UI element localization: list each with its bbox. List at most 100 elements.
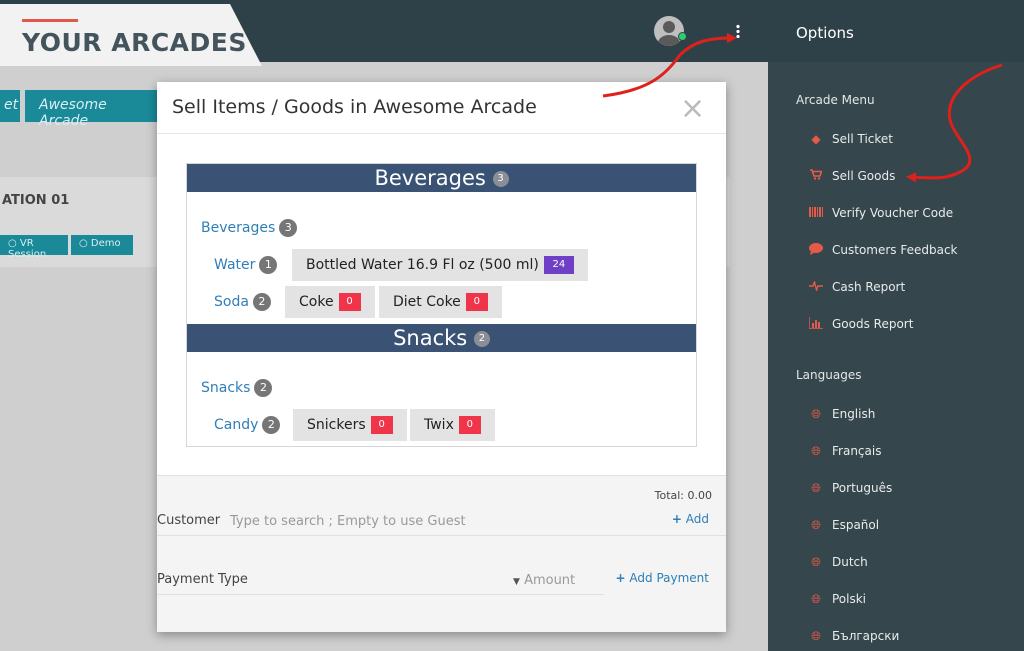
pulse-icon bbox=[808, 279, 824, 294]
add-payment-label: Add Payment bbox=[629, 571, 709, 585]
modal-divider bbox=[157, 133, 726, 134]
subcategory-count-badge: 3 bbox=[279, 219, 298, 237]
globe-icon: 🌐︎ bbox=[811, 591, 821, 606]
add-label: Add bbox=[685, 512, 709, 526]
add-payment-button[interactable]: + Add Payment bbox=[616, 571, 709, 585]
globe-icon: 🌐︎ bbox=[811, 628, 821, 643]
brand-accent-bar bbox=[22, 19, 78, 22]
customer-divider bbox=[157, 535, 726, 536]
group-count-badge: 2 bbox=[262, 416, 281, 434]
menu-sell-ticket[interactable]: ◆ Sell Ticket bbox=[808, 128, 893, 150]
item-diet-coke[interactable]: Diet Coke 0 bbox=[379, 286, 502, 318]
item-stock-badge: 24 bbox=[543, 256, 574, 274]
lang-label: Português bbox=[832, 481, 893, 495]
globe-icon: 🌐︎ bbox=[811, 443, 821, 458]
bg-tab-awesome-arcade[interactable]: Awesome Arcade bbox=[25, 90, 160, 129]
customer-label: Customer bbox=[157, 513, 221, 528]
lang-label: Français bbox=[832, 444, 882, 458]
sell-goods-modal: Sell Items / Goods in Awesome Arcade × B… bbox=[157, 82, 726, 632]
menu-customers-feedback[interactable]: Customers Feedback bbox=[808, 239, 958, 261]
bg-pill-vr-session[interactable]: ○ VR Session bbox=[0, 235, 68, 260]
bg-pill-label: Demo bbox=[90, 238, 121, 249]
item-label: Bottled Water 16.9 Fl oz (500 ml) bbox=[306, 257, 539, 273]
category-header-snacks: Snacks 2 bbox=[187, 324, 696, 352]
ticket-icon: ◆ bbox=[811, 132, 821, 146]
item-label: Twix bbox=[424, 417, 454, 433]
menu-goods-report[interactable]: Goods Report bbox=[808, 313, 913, 335]
group-count-badge: 1 bbox=[259, 256, 278, 274]
brand-panel: YOUR ARCADES bbox=[0, 4, 262, 66]
subcategory-label: Beverages bbox=[201, 220, 276, 236]
item-coke[interactable]: Coke 0 bbox=[285, 286, 375, 318]
lang-portugues[interactable]: 🌐︎ Português bbox=[808, 477, 892, 499]
item-stock-badge: 0 bbox=[465, 293, 488, 311]
user-avatar[interactable] bbox=[654, 16, 684, 46]
item-stock-badge: 0 bbox=[338, 293, 361, 311]
lang-english[interactable]: 🌐︎ English bbox=[808, 403, 875, 425]
group-soda[interactable]: Soda 2 bbox=[214, 293, 271, 311]
item-label: Coke bbox=[299, 294, 334, 310]
item-stock-badge: 0 bbox=[370, 416, 393, 434]
goods-panel: Beverages 3 Beverages 3 Water 1 Bottled … bbox=[186, 163, 697, 447]
category-header-beverages: Beverages 3 bbox=[187, 164, 696, 192]
lang-dutch[interactable]: 🌐︎ Dutch bbox=[808, 551, 868, 573]
group-label: Soda bbox=[214, 294, 249, 310]
group-water[interactable]: Water 1 bbox=[214, 256, 278, 274]
kebab-icon bbox=[736, 24, 740, 38]
lang-label: Polski bbox=[832, 592, 867, 606]
item-label: Diet Coke bbox=[393, 294, 461, 310]
options-sidebar: Arcade Menu ◆ Sell Ticket Sell Goods Ver… bbox=[768, 62, 1024, 651]
subcategory-snacks[interactable]: Snacks 2 bbox=[201, 379, 273, 397]
item-snickers[interactable]: Snickers 0 bbox=[293, 409, 407, 441]
lang-label: English bbox=[832, 407, 876, 421]
payment-divider bbox=[157, 594, 604, 595]
languages-title: Languages bbox=[796, 368, 862, 382]
lang-espanol[interactable]: 🌐︎ Español bbox=[808, 514, 879, 536]
barcode-icon bbox=[808, 206, 824, 220]
caret-down-icon: ▼ bbox=[513, 577, 520, 587]
group-candy[interactable]: Candy 2 bbox=[214, 416, 281, 434]
payment-type-label: Payment Type bbox=[157, 572, 248, 587]
globe-icon: 🌐︎ bbox=[811, 480, 821, 495]
plus-icon: + bbox=[615, 571, 626, 585]
item-bottled-water[interactable]: Bottled Water 16.9 Fl oz (500 ml) 24 bbox=[292, 249, 588, 281]
menu-label: Sell Ticket bbox=[832, 132, 893, 146]
group-count-badge: 2 bbox=[252, 293, 271, 311]
category-count-badge: 3 bbox=[492, 171, 509, 187]
menu-verify-voucher[interactable]: Verify Voucher Code bbox=[808, 202, 953, 224]
category-title: Snacks bbox=[393, 326, 468, 350]
lang-label: Dutch bbox=[832, 555, 868, 569]
lang-bulgarian[interactable]: 🌐︎ Български bbox=[808, 625, 899, 647]
menu-label: Customers Feedback bbox=[832, 243, 958, 257]
customer-search-input[interactable]: Type to search ; Empty to use Guest bbox=[230, 514, 570, 529]
lang-polski[interactable]: 🌐︎ Polski bbox=[808, 588, 866, 610]
item-twix[interactable]: Twix 0 bbox=[410, 409, 495, 441]
close-icon[interactable]: × bbox=[680, 94, 705, 124]
group-label: Water bbox=[214, 257, 256, 273]
menu-sell-goods[interactable]: Sell Goods bbox=[808, 165, 895, 187]
bg-tab-previous[interactable]: et bbox=[0, 90, 20, 122]
checkout-area: Total: 0.00 Customer Type to search ; Em… bbox=[157, 475, 726, 632]
online-status-dot bbox=[678, 32, 687, 41]
add-customer-button[interactable]: + Add bbox=[672, 512, 709, 526]
bg-pill-label: VR Session bbox=[8, 238, 47, 260]
lang-francais[interactable]: 🌐︎ Français bbox=[808, 440, 881, 462]
menu-label: Sell Goods bbox=[832, 169, 896, 183]
menu-cash-report[interactable]: Cash Report bbox=[808, 276, 905, 298]
speech-bubble-icon bbox=[808, 242, 824, 258]
total-label: Total: 0.00 bbox=[654, 489, 712, 502]
menu-label: Verify Voucher Code bbox=[832, 206, 954, 220]
amount-label: Amount bbox=[524, 573, 576, 588]
menu-label: Cash Report bbox=[832, 280, 906, 294]
amount-input[interactable]: ▼ Amount bbox=[513, 573, 575, 588]
options-title: Options bbox=[796, 24, 854, 42]
options-menu-button[interactable] bbox=[698, 0, 768, 62]
category-count-badge: 2 bbox=[473, 331, 490, 347]
cart-icon bbox=[808, 169, 824, 183]
modal-title: Sell Items / Goods in Awesome Arcade bbox=[172, 96, 537, 118]
subcategory-beverages[interactable]: Beverages 3 bbox=[201, 219, 298, 237]
bg-pill-demo[interactable]: ○ Demo bbox=[71, 235, 133, 255]
subcategory-label: Snacks bbox=[201, 380, 251, 396]
category-title: Beverages bbox=[374, 166, 486, 190]
subcategory-count-badge: 2 bbox=[254, 379, 273, 397]
